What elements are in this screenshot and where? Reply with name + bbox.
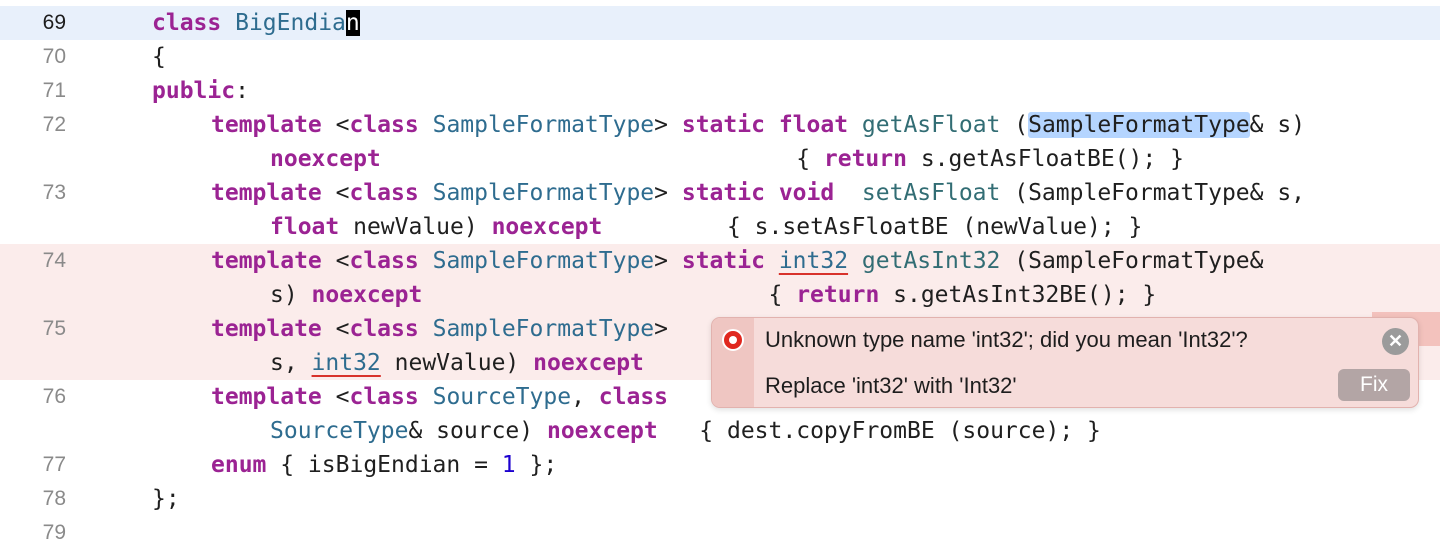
keyword: class xyxy=(152,10,222,36)
line-number: 79 xyxy=(42,521,66,544)
error-token: int32 xyxy=(778,248,849,274)
line-number: 73 xyxy=(42,181,66,204)
error-token: int32 xyxy=(311,350,381,376)
line-number: 77 xyxy=(42,453,66,476)
code-line-73[interactable]: 73 template <class SampleFormatType> sta… xyxy=(0,176,1440,244)
line-number: 69 xyxy=(42,11,66,34)
code-text: }; xyxy=(152,486,180,512)
code-text-wrapped: s) noexcept { return s.getAsInt32BE(); } xyxy=(270,282,1157,308)
fixit-suggestion[interactable]: Replace 'int32' with 'Int32' xyxy=(765,373,1017,399)
code-text-wrapped: noexcept { return s.getAsFloatBE(); } xyxy=(270,146,1184,172)
line-number: 70 xyxy=(42,45,66,68)
code-text-wrapped: s, int32 newValue) noexcept xyxy=(270,350,644,376)
code-text-wrapped: float newValue) noexcept { s.setAsFloatB… xyxy=(270,214,1143,240)
code-text: template <class SampleFormatType> static… xyxy=(211,180,1306,206)
keyword: public xyxy=(152,78,236,104)
text-cursor: n xyxy=(345,10,360,36)
code-line-70[interactable]: 70 { xyxy=(0,40,1440,74)
line-number: 74 xyxy=(42,249,66,272)
code-line-71[interactable]: 71 public: xyxy=(0,74,1440,108)
error-fixit-popup: Unknown type name 'int32'; did you mean … xyxy=(711,317,1419,408)
line-number: 71 xyxy=(42,79,66,102)
code-line-78[interactable]: 78 }; xyxy=(0,482,1440,516)
line-number: 72 xyxy=(42,113,66,136)
code-text: template <class SampleFormatType> static… xyxy=(211,112,1306,138)
error-icon xyxy=(722,329,744,351)
popup-icon-column xyxy=(712,318,754,407)
code-text: { xyxy=(152,44,166,70)
code-text: template <class SourceType, class xyxy=(211,384,669,410)
code-text: template <class SampleFormatType> xyxy=(211,316,669,342)
code-text-wrapped: SourceType& source) noexcept { dest.copy… xyxy=(270,418,1101,444)
code-line-69[interactable]: 69 class BigEndian xyxy=(0,6,1440,40)
selected-token: SampleFormatType xyxy=(1028,112,1250,138)
code-line-79[interactable]: 79 xyxy=(0,516,1440,550)
code-line-72[interactable]: 72 template <class SampleFormatType> sta… xyxy=(0,108,1440,176)
fix-button[interactable]: Fix xyxy=(1338,369,1410,401)
code-text: class BigEndian xyxy=(152,6,360,40)
line-number: 75 xyxy=(42,317,66,340)
type-name: BigEndia xyxy=(235,10,346,36)
code-text: enum { isBigEndian = 1 }; xyxy=(211,452,558,478)
code-line-77[interactable]: 77 enum { isBigEndian = 1 }; xyxy=(0,448,1440,482)
code-line-74[interactable]: 74 template <class SampleFormatType> sta… xyxy=(0,244,1440,312)
line-number: 78 xyxy=(42,487,66,510)
error-message: Unknown type name 'int32'; did you mean … xyxy=(765,327,1248,352)
line-number: 76 xyxy=(42,385,66,408)
code-text: public: xyxy=(152,78,249,104)
code-text: template <class SampleFormatType> static… xyxy=(211,248,1264,274)
close-icon[interactable]: ✕ xyxy=(1382,328,1409,355)
